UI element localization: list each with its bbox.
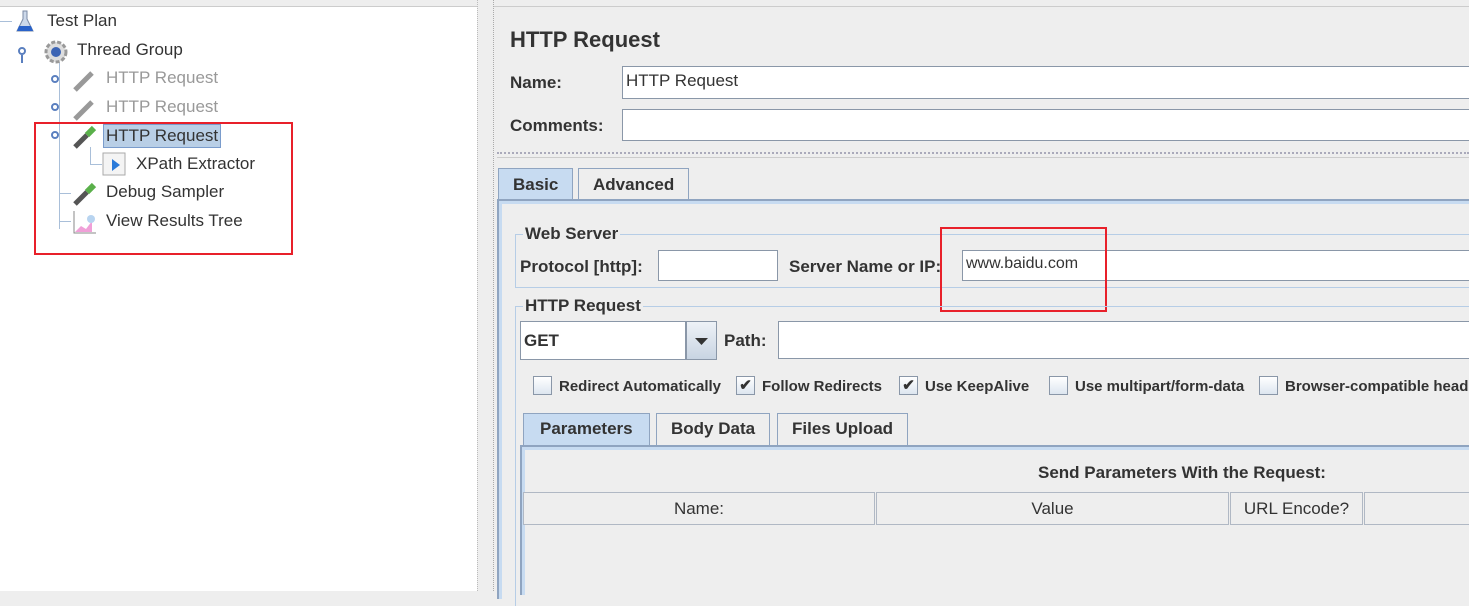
highlight-box-server [940,227,1107,312]
http-request-legend: HTTP Request [523,296,643,316]
redirect-automatically-label: Redirect Automatically [559,378,721,395]
method-select[interactable]: GET [520,321,686,360]
use-multipart-label: Use multipart/form-data [1075,378,1245,395]
split-pane-divider[interactable] [477,0,494,591]
browser-compatible-headers-label: Browser-compatible headers [1285,378,1469,395]
page-title: HTTP Request [510,27,660,52]
name-field[interactable]: HTTP Request [622,66,1469,99]
comments-label: Comments: [510,116,604,135]
pipette-icon [72,96,96,121]
tab-advanced[interactable]: Advanced [578,168,690,199]
column-header-value[interactable]: Value [876,492,1229,525]
tree-item-test-plan[interactable]: Test Plan [47,10,117,32]
flask-icon [14,10,38,34]
redirect-automatically-checkbox[interactable] [533,376,552,395]
tree-item-thread-group[interactable]: Thread Group [77,39,183,61]
web-server-legend: Web Server [523,224,621,244]
column-header-extra[interactable] [1364,492,1469,525]
tab-basic[interactable]: Basic [498,168,574,200]
tree-item-http-request-disabled[interactable]: HTTP Request [106,96,218,118]
tab-files-upload[interactable]: Files Upload [777,413,909,445]
highlight-box-tree [34,122,293,255]
use-keepalive-label: Use KeepAlive [925,378,1030,395]
column-header-name[interactable]: Name: [523,492,875,525]
expand-toggle[interactable] [51,75,59,83]
chevron-down-icon[interactable] [686,321,717,360]
browser-compatible-headers-checkbox[interactable] [1259,376,1278,395]
server-name-label: Server Name or IP: [789,257,942,276]
test-plan-tree[interactable]: Test Plan Thread Group HTTP Request HTTP… [0,6,477,591]
use-multipart-checkbox[interactable] [1049,376,1068,395]
protocol-field[interactable] [658,250,778,281]
splitter[interactable] [497,152,1469,158]
name-label: Name: [510,73,562,92]
expand-toggle[interactable] [18,47,26,55]
tree-item-http-request-disabled[interactable]: HTTP Request [106,67,218,89]
use-keepalive-checkbox[interactable]: ✔ [899,376,918,395]
path-label: Path: [724,331,767,350]
column-header-url-encode[interactable]: URL Encode? [1230,492,1363,525]
follow-redirects-checkbox[interactable]: ✔ [736,376,755,395]
pipette-icon [72,67,96,92]
follow-redirects-label: Follow Redirects [762,378,883,395]
gear-icon [43,39,68,64]
tab-body-data[interactable]: Body Data [656,413,771,445]
expand-toggle[interactable] [51,103,59,111]
tab-parameters[interactable]: Parameters [523,413,650,446]
params-title: Send Parameters With the Request: [1038,463,1326,482]
comments-field[interactable] [622,109,1469,141]
path-field[interactable] [778,321,1469,359]
protocol-label: Protocol [http]: [520,257,643,276]
